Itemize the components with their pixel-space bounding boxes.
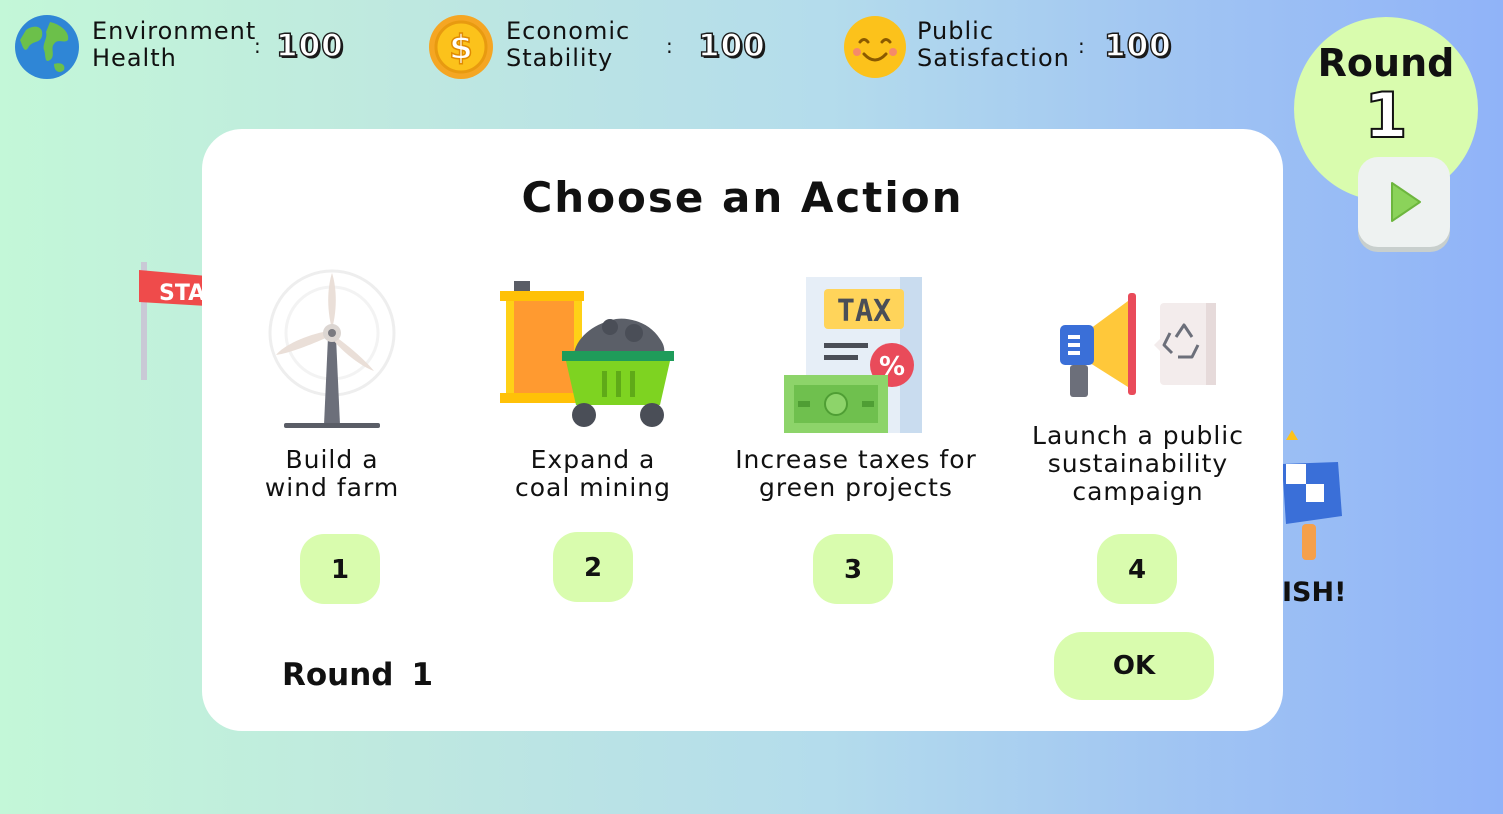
wind-turbine-icon [268, 269, 396, 428]
separator: : [666, 34, 673, 58]
option-3-button[interactable]: 3 [813, 534, 893, 604]
svg-text:$: $ [449, 28, 473, 68]
tax-document-icon: TAX % [784, 277, 922, 433]
smiley-face-icon [844, 16, 906, 78]
play-button[interactable] [1358, 157, 1450, 247]
economic-stability-label: Economic Stability [506, 17, 631, 72]
dialog-title: Choose an Action [521, 173, 964, 222]
public-satisfaction-value: 100 [1103, 27, 1172, 64]
start-flag-icon: STA [139, 262, 207, 380]
economic-stability-value: 100 [697, 27, 766, 64]
option-4-label: Launch a public sustainability campaign [1032, 421, 1244, 506]
round-label: Round [282, 657, 394, 693]
dollar-coin-icon: $ [429, 15, 493, 79]
option-4-button[interactable]: 4 [1097, 534, 1177, 604]
megaphone-icon [1282, 430, 1342, 560]
round-number: 1 [411, 657, 434, 693]
economic-stability-stat: $ Economic Stability : 100 [428, 10, 778, 82]
environment-health-label: Environment Health [92, 17, 257, 72]
environment-health-value: 100 [275, 27, 344, 64]
round-indicator: Round 1 [282, 657, 433, 693]
option-2-button[interactable]: 2 [553, 532, 633, 602]
megaphone-recycle-icon [1060, 293, 1216, 397]
separator: : [254, 34, 261, 58]
public-satisfaction-label: Public Satisfaction [917, 17, 1070, 72]
coal-mining-icon [500, 281, 674, 427]
choose-action-dialog: Choose an Action Build a wind farm 1 Exp… [202, 129, 1283, 731]
tax-label: TAX [837, 294, 891, 329]
environment-health-stat: Environment Health : 100 [14, 10, 354, 82]
option-2-label: Expand a coal mining [514, 445, 672, 502]
round-badge-number: 1 [1363, 78, 1408, 153]
ok-button[interactable]: OK [1054, 632, 1214, 700]
option-3-label: Increase taxes for green projects [735, 445, 977, 502]
play-icon [1391, 182, 1421, 222]
option-1-label: Build a wind farm [264, 445, 400, 502]
finish-text: ISH! [1282, 577, 1347, 608]
public-satisfaction-stat: Public Satisfaction : 100 [842, 10, 1182, 82]
start-flag-text: STA [159, 281, 205, 306]
separator: : [1078, 34, 1085, 58]
earth-globe-icon [15, 15, 79, 79]
option-1-button[interactable]: 1 [300, 534, 380, 604]
